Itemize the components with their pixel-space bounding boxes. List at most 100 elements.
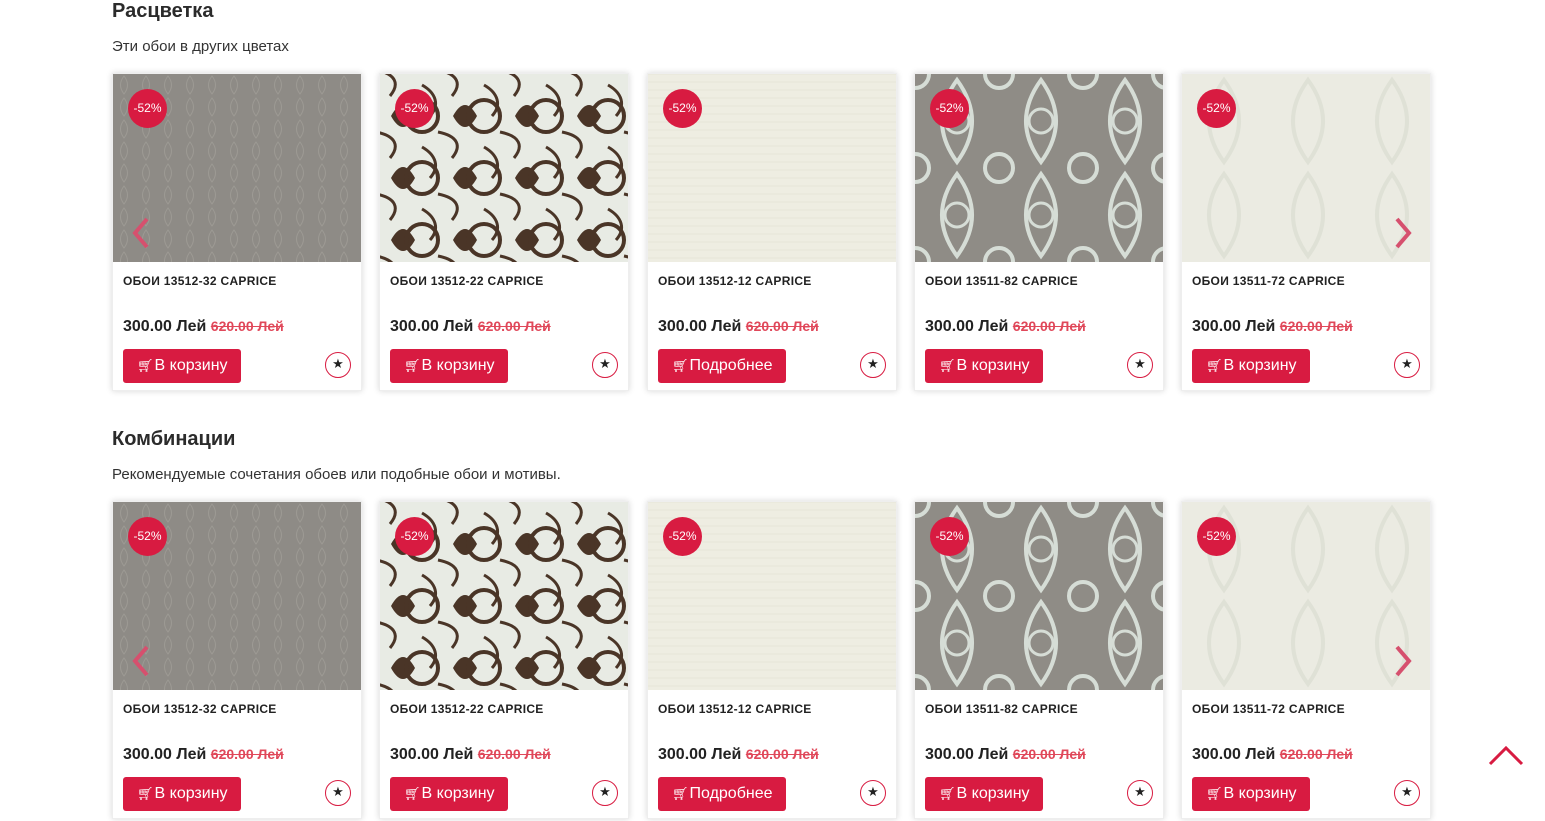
product-name[interactable]: ОБОИ 13512-12 CAPRICE bbox=[658, 702, 812, 716]
product-card[interactable]: -52% ОБОИ 13512-12 CAPRICE 300.00 Лей 62… bbox=[647, 73, 897, 391]
price-block: 300.00 Лей 620.00 Лей bbox=[390, 746, 551, 764]
button-label: В корзину bbox=[956, 785, 1030, 802]
add-to-cart-button[interactable]: 🛒︎В корзину bbox=[123, 349, 241, 383]
favorite-button[interactable]: ★ bbox=[1394, 780, 1420, 806]
button-label: В корзину bbox=[1223, 785, 1297, 802]
product-card[interactable]: -52% ОБОИ 13512-12 CAPRICE 300.00 Лей 62… bbox=[647, 501, 897, 819]
section-title: Комбинации bbox=[112, 428, 236, 450]
old-price: 620.00 Лей bbox=[477, 746, 551, 762]
cart-icon: 🛒︎ bbox=[1206, 786, 1223, 801]
current-price: 300.00 Лей bbox=[123, 746, 207, 763]
add-to-cart-button[interactable]: 🛒︎В корзину bbox=[925, 777, 1043, 811]
add-to-cart-button[interactable]: 🛒︎Подробнее bbox=[658, 349, 786, 383]
product-name[interactable]: ОБОИ 13511-72 CAPRICE bbox=[1192, 274, 1345, 288]
star-icon: ★ bbox=[1134, 784, 1146, 799]
current-price: 300.00 Лей bbox=[390, 746, 474, 763]
carousel-next-button[interactable] bbox=[1387, 213, 1417, 253]
star-icon: ★ bbox=[599, 784, 611, 799]
favorite-button[interactable]: ★ bbox=[325, 352, 351, 378]
button-label: В корзину bbox=[1223, 357, 1297, 374]
cart-icon: 🛒︎ bbox=[672, 358, 689, 373]
chevron-left-icon bbox=[132, 217, 149, 249]
price-block: 300.00 Лей 620.00 Лей bbox=[390, 318, 551, 336]
star-icon: ★ bbox=[867, 356, 879, 371]
old-price: 620.00 Лей bbox=[1279, 318, 1353, 334]
discount-badge: -52% bbox=[395, 517, 434, 556]
discount-badge: -52% bbox=[1197, 517, 1236, 556]
product-name[interactable]: ОБОИ 13512-32 CAPRICE bbox=[123, 274, 277, 288]
discount-badge: -52% bbox=[128, 89, 167, 128]
product-name[interactable]: ОБОИ 13511-72 CAPRICE bbox=[1192, 702, 1345, 716]
carousel-prev-button[interactable] bbox=[127, 213, 157, 253]
product-card[interactable]: -52% ОБОИ 13511-82 CAPRICE 300.00 Лей 62… bbox=[914, 501, 1164, 819]
carousel-next-button[interactable] bbox=[1387, 641, 1417, 681]
add-to-cart-button[interactable]: 🛒︎В корзину bbox=[1192, 777, 1310, 811]
add-to-cart-button[interactable]: 🛒︎В корзину bbox=[925, 349, 1043, 383]
current-price: 300.00 Лей bbox=[925, 746, 1009, 763]
product-name[interactable]: ОБОИ 13512-12 CAPRICE bbox=[658, 274, 812, 288]
cart-icon: 🛒︎ bbox=[137, 358, 154, 373]
add-to-cart-button[interactable]: 🛒︎В корзину bbox=[123, 777, 241, 811]
add-to-cart-button[interactable]: 🛒︎В корзину bbox=[390, 349, 508, 383]
add-to-cart-button[interactable]: 🛒︎Подробнее bbox=[658, 777, 786, 811]
cart-icon: 🛒︎ bbox=[672, 786, 689, 801]
price-block: 300.00 Лей 620.00 Лей bbox=[658, 746, 819, 764]
current-price: 300.00 Лей bbox=[658, 318, 742, 335]
product-card[interactable]: -52% ОБОИ 13512-22 CAPRICE 300.00 Лей 62… bbox=[379, 73, 629, 391]
discount-badge: -52% bbox=[395, 89, 434, 128]
star-icon: ★ bbox=[867, 784, 879, 799]
chevron-left-icon bbox=[132, 645, 149, 677]
price-block: 300.00 Лей 620.00 Лей bbox=[123, 318, 284, 336]
product-name[interactable]: ОБОИ 13512-22 CAPRICE bbox=[390, 702, 544, 716]
current-price: 300.00 Лей bbox=[1192, 746, 1276, 763]
cart-icon: 🛒︎ bbox=[137, 786, 154, 801]
button-label: В корзину bbox=[154, 357, 228, 374]
favorite-button[interactable]: ★ bbox=[592, 352, 618, 378]
product-carousel: -52% ОБОИ 13512-32 CAPRICE 300.00 Лей 62… bbox=[112, 73, 1432, 393]
old-price: 620.00 Лей bbox=[210, 318, 284, 334]
product-card[interactable]: -52% ОБОИ 13511-82 CAPRICE 300.00 Лей 62… bbox=[914, 73, 1164, 391]
section-subtitle: Рекомендуемые сочетания обоев или подобн… bbox=[112, 466, 561, 483]
price-block: 300.00 Лей 620.00 Лей bbox=[1192, 318, 1353, 336]
favorite-button[interactable]: ★ bbox=[325, 780, 351, 806]
price-block: 300.00 Лей 620.00 Лей bbox=[925, 746, 1086, 764]
add-to-cart-button[interactable]: 🛒︎В корзину bbox=[1192, 349, 1310, 383]
product-name[interactable]: ОБОИ 13511-82 CAPRICE bbox=[925, 274, 1078, 288]
cart-icon: 🛒︎ bbox=[404, 358, 421, 373]
old-price: 620.00 Лей bbox=[745, 318, 819, 334]
favorite-button[interactable]: ★ bbox=[1394, 352, 1420, 378]
old-price: 620.00 Лей bbox=[1012, 746, 1086, 762]
button-label: В корзину bbox=[154, 785, 228, 802]
product-name[interactable]: ОБОИ 13512-32 CAPRICE bbox=[123, 702, 277, 716]
add-to-cart-button[interactable]: 🛒︎В корзину bbox=[390, 777, 508, 811]
section-subtitle: Эти обои в других цветах bbox=[112, 38, 289, 55]
button-label: Подробнее bbox=[689, 357, 773, 374]
price-block: 300.00 Лей 620.00 Лей bbox=[658, 318, 819, 336]
product-name[interactable]: ОБОИ 13512-22 CAPRICE bbox=[390, 274, 544, 288]
star-icon: ★ bbox=[1401, 356, 1413, 371]
star-icon: ★ bbox=[599, 356, 611, 371]
product-carousel: -52% ОБОИ 13512-32 CAPRICE 300.00 Лей 62… bbox=[112, 501, 1432, 821]
favorite-button[interactable]: ★ bbox=[1127, 780, 1153, 806]
discount-badge: -52% bbox=[663, 517, 702, 556]
star-icon: ★ bbox=[332, 356, 344, 371]
scroll-to-top-button[interactable] bbox=[1486, 740, 1526, 770]
carousel-prev-button[interactable] bbox=[127, 641, 157, 681]
discount-badge: -52% bbox=[930, 517, 969, 556]
favorite-button[interactable]: ★ bbox=[1127, 352, 1153, 378]
cart-icon: 🛒︎ bbox=[404, 786, 421, 801]
product-name[interactable]: ОБОИ 13511-82 CAPRICE bbox=[925, 702, 1078, 716]
star-icon: ★ bbox=[332, 784, 344, 799]
cart-icon: 🛒︎ bbox=[1206, 358, 1223, 373]
price-block: 300.00 Лей 620.00 Лей bbox=[925, 318, 1086, 336]
old-price: 620.00 Лей bbox=[477, 318, 551, 334]
chevron-up-icon bbox=[1488, 745, 1524, 766]
old-price: 620.00 Лей bbox=[1279, 746, 1353, 762]
product-card[interactable]: -52% ОБОИ 13512-22 CAPRICE 300.00 Лей 62… bbox=[379, 501, 629, 819]
cart-icon: 🛒︎ bbox=[939, 358, 956, 373]
favorite-button[interactable]: ★ bbox=[592, 780, 618, 806]
discount-badge: -52% bbox=[930, 89, 969, 128]
favorite-button[interactable]: ★ bbox=[860, 780, 886, 806]
favorite-button[interactable]: ★ bbox=[860, 352, 886, 378]
button-label: Подробнее bbox=[689, 785, 773, 802]
